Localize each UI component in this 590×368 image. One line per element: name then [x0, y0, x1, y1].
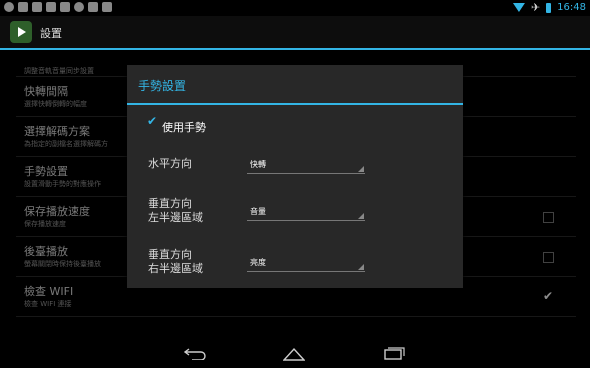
navigation-bar: [0, 340, 590, 368]
back-icon[interactable]: [184, 346, 206, 360]
spinner-arrow-icon: [358, 166, 364, 172]
settings-row-title: 保存播放速度: [24, 205, 90, 218]
spinner-value: 快轉: [250, 160, 266, 169]
settings-checkbox[interactable]: [543, 289, 554, 303]
action-bar: 設置: [0, 16, 590, 50]
settings-checkbox[interactable]: [543, 252, 554, 263]
horizontal-direction-label: 水平方向: [148, 157, 192, 170]
notification-icons: [4, 2, 112, 12]
settings-row-subtitle: 保存播放速度: [24, 220, 66, 228]
dialog-divider: [127, 103, 463, 105]
facebook-icon: [46, 2, 56, 12]
image-icon: [60, 2, 70, 12]
settings-row-title: 快轉間隔: [24, 85, 68, 98]
notification-icon: [4, 2, 14, 12]
recent-apps-icon[interactable]: [384, 346, 406, 360]
airplane-icon: ✈: [530, 1, 541, 14]
settings-row-title: 檢查 WIFI: [24, 285, 74, 298]
gesture-settings-dialog: 手勢設置 使用手勢 水平方向 快轉 垂直方向 左半邊區域 音量 垂直方向 右半邊…: [127, 65, 463, 288]
app-icon[interactable]: [10, 21, 32, 43]
vertical-left-spinner[interactable]: 音量: [247, 204, 365, 221]
vertical-right-label: 垂直方向 右半邊區域: [148, 248, 203, 275]
settings-row-subtitle: 選擇快轉倒轉的幅度: [24, 100, 87, 108]
settings-row-subtitle: 為指定的副檔名選擇解碼方: [24, 140, 108, 148]
gmail-icon: [18, 2, 28, 12]
spinner-arrow-icon: [358, 264, 364, 270]
spinner-value: 音量: [250, 207, 266, 216]
system-status: ✈ 16:48: [512, 1, 586, 14]
settings-row-title: 手勢設置: [24, 165, 68, 178]
android-icon: [102, 2, 112, 12]
facebook-icon: [32, 2, 42, 12]
vertical-right-spinner[interactable]: 亮度: [247, 255, 365, 272]
clock: 16:48: [557, 2, 586, 13]
keyboard-icon: [88, 2, 98, 12]
settings-checkbox[interactable]: [543, 212, 554, 223]
status-bar: ✈ 16:48: [0, 0, 590, 16]
page-title: 設置: [40, 27, 62, 40]
settings-row-subtitle: 檢查 WIFI 連接: [24, 300, 72, 308]
use-gesture-checkbox[interactable]: [147, 114, 158, 128]
vertical-left-label: 垂直方向 左半邊區域: [148, 197, 203, 224]
wifi-icon: [512, 3, 525, 12]
spinner-value: 亮度: [250, 258, 266, 267]
app-notification-icon: [74, 2, 84, 12]
settings-row-title: 選擇解碼方案: [24, 125, 90, 138]
horizontal-direction-spinner[interactable]: 快轉: [247, 157, 365, 174]
spinner-arrow-icon: [358, 213, 364, 219]
settings-row-subtitle: 設置滑動手勢的對應操作: [24, 180, 101, 188]
use-gesture-label[interactable]: 使用手勢: [162, 119, 206, 135]
settings-row-title: 後臺播放: [24, 245, 68, 258]
home-icon[interactable]: [283, 347, 305, 361]
dialog-title: 手勢設置: [138, 79, 187, 93]
settings-row-subtitle: 螢幕關閉時保持後臺播放: [24, 260, 101, 268]
battery-icon: [546, 2, 552, 13]
settings-row-subtitle: 調整音軌音量同步設置: [24, 67, 94, 75]
